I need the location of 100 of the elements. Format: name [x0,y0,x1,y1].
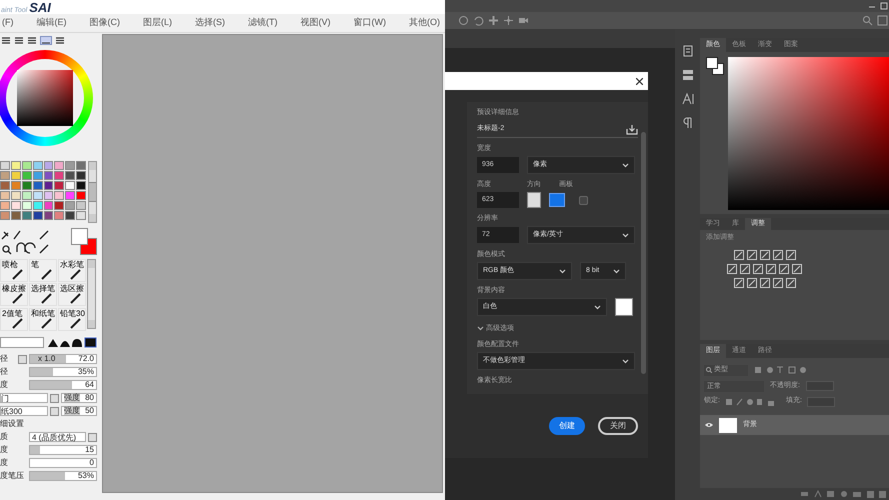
texture-select[interactable]: 门 [0,393,48,403]
color-swatch[interactable] [32,211,42,220]
color-swatch[interactable] [54,171,64,180]
view-mode-icon[interactable] [14,36,24,44]
adjustment-icon[interactable] [779,264,789,274]
color-swatch[interactable] [76,171,86,180]
color-swatch[interactable] [76,191,86,200]
view-mode-icon[interactable] [55,36,65,44]
adjustment-icon[interactable] [760,250,770,260]
save-preset-icon[interactable] [626,124,638,135]
menu-item[interactable]: 图像(C) [90,16,120,30]
color-swatch[interactable] [76,201,86,210]
orbit-icon[interactable] [473,15,484,26]
saturation-value-square[interactable] [17,70,73,126]
brush-tool[interactable]: 2值笔 [0,308,28,331]
scrollbar[interactable] [88,161,97,223]
adjustment-icon[interactable] [740,264,750,274]
adjustment-icon[interactable] [746,278,756,288]
menu-item[interactable]: 视图(V) [300,16,330,30]
move-icon[interactable] [503,15,514,26]
brush-tool[interactable]: 水彩笔 [58,259,86,282]
color-swatch[interactable] [0,211,10,220]
color-swatch[interactable] [0,161,10,170]
texture-select[interactable]: 纸300 [0,406,48,416]
view-mode-icon[interactable] [40,36,52,44]
slider[interactable]: 0 [29,458,97,468]
rotate-view-icon[interactable] [458,15,469,26]
adjustment-icon[interactable] [760,278,770,288]
scrollbar[interactable] [641,132,646,374]
color-swatch[interactable] [65,181,76,190]
menu-item[interactable]: 其他(O) [409,16,440,30]
adjustment-icon[interactable] [772,250,782,260]
color-swatch[interactable] [22,161,32,170]
color-swatch[interactable] [22,211,32,220]
brush-tool[interactable]: 和纸笔 [29,308,57,331]
color-swatch[interactable] [0,201,10,210]
brush-shape-icons[interactable] [47,336,97,348]
adjustment-icon[interactable] [734,278,744,288]
color-swatch[interactable] [65,201,76,210]
color-swatch[interactable] [10,181,21,190]
color-field[interactable] [728,57,889,210]
color-swatch[interactable] [65,191,76,200]
slider[interactable]: x 1.0 72.0 [29,354,97,364]
fill-field[interactable] [806,396,835,406]
color-swatch[interactable] [44,181,54,190]
adjustment-icon[interactable] [786,278,796,288]
color-swatch[interactable] [10,171,21,180]
dialog-button[interactable]: 创建 [549,417,585,435]
adjustment-icon[interactable] [772,278,782,288]
brush-tool[interactable]: 铅笔30 [58,308,86,331]
brush-tool[interactable]: 选择笔 [29,283,57,306]
brush-tool[interactable]: 橡皮擦 [0,283,28,306]
menu-item[interactable]: 图层(L) [143,16,172,30]
color-swatch[interactable] [76,161,86,170]
color-swatch[interactable] [10,161,21,170]
background-color-swatch[interactable] [615,298,633,316]
color-swatch[interactable] [10,211,21,220]
menu-item[interactable]: 编辑(E) [36,16,66,30]
color-swatch[interactable] [22,181,32,190]
close-icon[interactable] [636,78,643,84]
restore-icon[interactable] [880,2,888,10]
color-swatch[interactable] [22,171,32,180]
landscape-button[interactable] [549,193,565,207]
color-swatch[interactable] [76,181,86,190]
color-swatches-drawing[interactable] [706,57,724,75]
color-swatch[interactable] [65,211,76,220]
slider[interactable]: 64 [29,380,97,390]
color-swatch[interactable] [54,161,64,170]
color-swatch[interactable] [65,161,76,170]
adjustment-icon[interactable] [746,250,756,260]
strength-field[interactable]: 强度 80 [61,393,97,403]
color-swatch[interactable] [32,161,42,170]
artboard-checkbox[interactable] [579,196,588,204]
color-swatch[interactable] [0,171,10,180]
opacity-field[interactable] [806,381,834,391]
menu-item[interactable]: 选择(S) [195,16,225,30]
slider[interactable]: 35% [29,367,97,377]
portrait-button[interactable] [527,192,541,208]
adjustment-icon[interactable] [766,264,776,274]
color-swatch[interactable] [54,211,64,220]
paragraph-icon[interactable] [682,116,694,130]
color-swatch[interactable] [22,191,32,200]
dialog-button[interactable]: 关闭 [598,417,638,435]
view-mode-icon[interactable] [1,36,11,44]
adjustment-icon[interactable] [786,250,796,260]
color-swatch[interactable] [54,181,64,190]
pan-icon[interactable] [488,15,499,26]
search-icon[interactable] [862,15,873,26]
color-swatch[interactable] [10,191,21,200]
brush-tool[interactable]: 选区擦 [58,283,86,306]
color-swatch[interactable] [76,211,86,220]
slider[interactable]: 15 [29,445,97,455]
adjustment-icon[interactable] [792,264,802,274]
color-swatch[interactable] [65,171,76,180]
color-swatch[interactable] [44,191,54,200]
visibility-icon[interactable] [705,422,713,428]
brush-tool[interactable]: 笔 [29,259,57,282]
color-swatch[interactable] [54,201,64,210]
color-swatch[interactable] [32,171,42,180]
menu-item[interactable]: 滤镜(T) [248,16,278,30]
